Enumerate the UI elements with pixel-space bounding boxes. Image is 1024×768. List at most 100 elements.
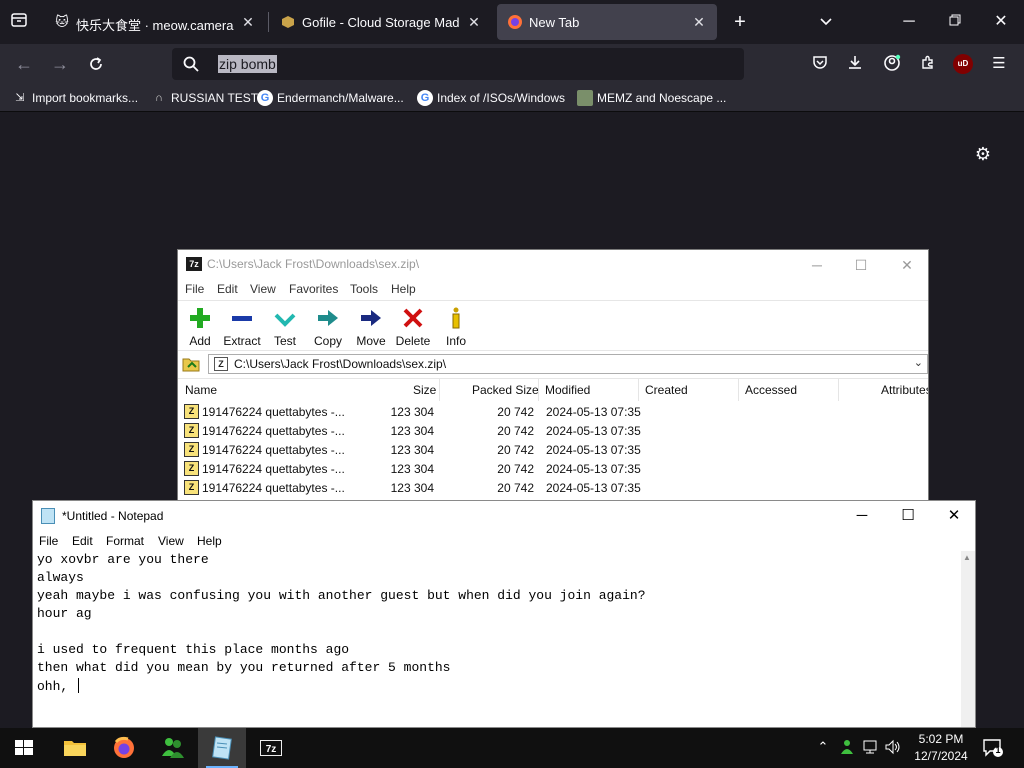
tab-meow-camera[interactable]: 🐱 快乐大食堂 · meow.camera ✕ xyxy=(44,4,266,40)
network-button[interactable] xyxy=(862,738,880,756)
restore-button[interactable] xyxy=(943,10,967,34)
taskbar-file-explorer[interactable] xyxy=(51,728,99,768)
account-button[interactable] xyxy=(882,54,902,74)
people-icon xyxy=(162,738,184,758)
minimize-button[interactable]: ─ xyxy=(804,253,830,277)
url-input[interactable]: zip bomb xyxy=(218,55,277,73)
minimize-button[interactable]: ─ xyxy=(897,10,921,34)
account-icon xyxy=(884,54,901,71)
pocket-icon xyxy=(813,56,827,69)
extract-button[interactable]: Extract xyxy=(220,305,264,349)
table-row[interactable]: Z 191476224 quettabytes -... 123 304 20 … xyxy=(178,478,928,497)
menu-view[interactable]: View xyxy=(158,534,184,548)
copy-button[interactable]: Copy xyxy=(306,305,350,349)
app-menu-button[interactable]: ☰ xyxy=(989,54,1009,74)
url-bar[interactable]: zip bomb xyxy=(172,48,744,80)
table-row[interactable]: Z 191476224 quettabytes -... 123 304 20 … xyxy=(178,421,928,440)
firefox-view-button[interactable] xyxy=(8,11,30,33)
close-tab-icon[interactable]: ✕ xyxy=(689,12,709,32)
puzzle-icon xyxy=(922,55,933,69)
maximize-button[interactable]: ☐ xyxy=(885,503,931,529)
ublock-origin-button[interactable]: uD xyxy=(953,54,973,74)
menu-tools[interactable]: Tools xyxy=(350,282,378,296)
table-row[interactable]: Z 191476224 quettabytes -... 123 304 20 … xyxy=(178,402,928,421)
menu-edit[interactable]: Edit xyxy=(217,282,238,296)
path-combobox[interactable]: Z C:\Users\Jack Frost\Downloads\sex.zip\… xyxy=(208,354,928,374)
delete-button[interactable]: Delete xyxy=(391,305,435,349)
cell-size: 123 304 xyxy=(390,405,434,419)
column-packed-size[interactable]: Packed Size xyxy=(472,383,539,397)
menu-edit[interactable]: Edit xyxy=(72,534,93,548)
extensions-button[interactable] xyxy=(918,54,938,74)
svg-text:7z: 7z xyxy=(266,744,277,755)
vertical-scrollbar[interactable]: ▲ xyxy=(961,551,975,727)
close-button[interactable]: ✕ xyxy=(894,253,920,277)
show-hidden-icons-button[interactable]: ⌃ xyxy=(814,738,832,756)
reload-button[interactable] xyxy=(84,52,108,76)
notepad-text-area[interactable]: yo xovbr are you there always yeah maybe… xyxy=(33,551,961,727)
volume-button[interactable] xyxy=(884,738,902,756)
taskbar-people-app[interactable] xyxy=(149,728,197,768)
bookmark-label: Index of /ISOs/Windows xyxy=(437,91,566,105)
google-icon: G xyxy=(257,90,273,106)
move-button[interactable]: Move xyxy=(349,305,393,349)
archive-file-icon: Z xyxy=(184,442,199,457)
menu-favorites[interactable]: Favorites xyxy=(289,282,338,296)
menu-format[interactable]: Format xyxy=(106,534,144,548)
system-clock[interactable]: 5:02 PM 12/7/2024 xyxy=(908,731,974,765)
new-tab-button[interactable]: + xyxy=(729,11,751,33)
close-tab-icon[interactable]: ✕ xyxy=(238,12,258,32)
bookmark-russian-test[interactable]: ∩ RUSSIAN TEST xyxy=(151,90,258,106)
taskbar-notepad[interactable] xyxy=(198,728,246,768)
menu-file[interactable]: File xyxy=(185,282,204,296)
menu-help[interactable]: Help xyxy=(197,534,222,548)
test-button[interactable]: Test xyxy=(263,305,307,349)
new-tab-settings-button[interactable]: ⚙ xyxy=(972,143,994,165)
speaker-icon xyxy=(885,739,900,755)
text-line: yeah maybe i was confusing you with anot… xyxy=(37,588,646,603)
add-button[interactable]: Add xyxy=(178,305,222,349)
back-button[interactable]: ← xyxy=(12,52,36,76)
column-attributes[interactable]: Attributes xyxy=(881,383,928,397)
close-button[interactable]: ✕ xyxy=(931,503,977,529)
menu-file[interactable]: File xyxy=(39,534,58,548)
import-icon: ⇲ xyxy=(15,92,25,104)
column-created[interactable]: Created xyxy=(645,383,688,397)
column-modified[interactable]: Modified xyxy=(545,383,590,397)
tab-gofile[interactable]: Gofile - Cloud Storage Made Simple ✕ xyxy=(270,4,492,40)
archive-file-icon: Z xyxy=(184,461,199,476)
column-separator xyxy=(738,379,739,401)
minimize-button[interactable]: ─ xyxy=(839,503,885,529)
up-folder-button[interactable] xyxy=(182,355,202,373)
cell-name: 191476224 quettabytes -... xyxy=(202,462,345,476)
taskbar-7zip[interactable]: 7z xyxy=(247,728,295,768)
list-all-tabs-button[interactable] xyxy=(815,11,837,33)
cell-size: 123 304 xyxy=(390,481,434,495)
tray-people-icon[interactable] xyxy=(838,738,856,756)
menu-help[interactable]: Help xyxy=(391,282,416,296)
downloads-button[interactable] xyxy=(845,54,865,74)
text-line: always xyxy=(37,570,84,585)
table-row[interactable]: Z 191476224 quettabytes -... 123 304 20 … xyxy=(178,440,928,459)
bookmark-memz[interactable]: MEMZ and Noescape ... xyxy=(577,90,726,106)
bookmark-isos-windows[interactable]: G Index of /ISOs/Windows xyxy=(417,90,565,106)
start-button[interactable] xyxy=(0,728,48,768)
maximize-button[interactable]: ☐ xyxy=(848,253,874,277)
bookmark-import[interactable]: ⇲ Import bookmarks... xyxy=(12,90,138,106)
column-size[interactable]: Size xyxy=(413,383,436,397)
close-tab-icon[interactable]: ✕ xyxy=(464,12,484,32)
tab-new-tab[interactable]: New Tab ✕ xyxy=(497,4,717,40)
bookmark-endermanch[interactable]: G Endermanch/Malware... xyxy=(257,90,404,106)
menu-view[interactable]: View xyxy=(250,282,276,296)
close-window-button[interactable]: ✕ xyxy=(989,10,1013,34)
chevron-down-icon[interactable]: ⌄ xyxy=(914,356,923,369)
info-button[interactable]: Info xyxy=(434,305,478,349)
table-row[interactable]: Z 191476224 quettabytes -... 123 304 20 … xyxy=(178,459,928,478)
taskbar-firefox[interactable] xyxy=(100,728,148,768)
pocket-button[interactable] xyxy=(810,54,830,74)
column-name[interactable]: Name xyxy=(185,383,217,397)
action-center-button[interactable]: 1 xyxy=(982,738,1004,758)
column-accessed[interactable]: Accessed xyxy=(745,383,797,397)
forward-button[interactable]: → xyxy=(48,52,72,76)
scroll-up-arrow-icon[interactable]: ▲ xyxy=(963,553,971,562)
